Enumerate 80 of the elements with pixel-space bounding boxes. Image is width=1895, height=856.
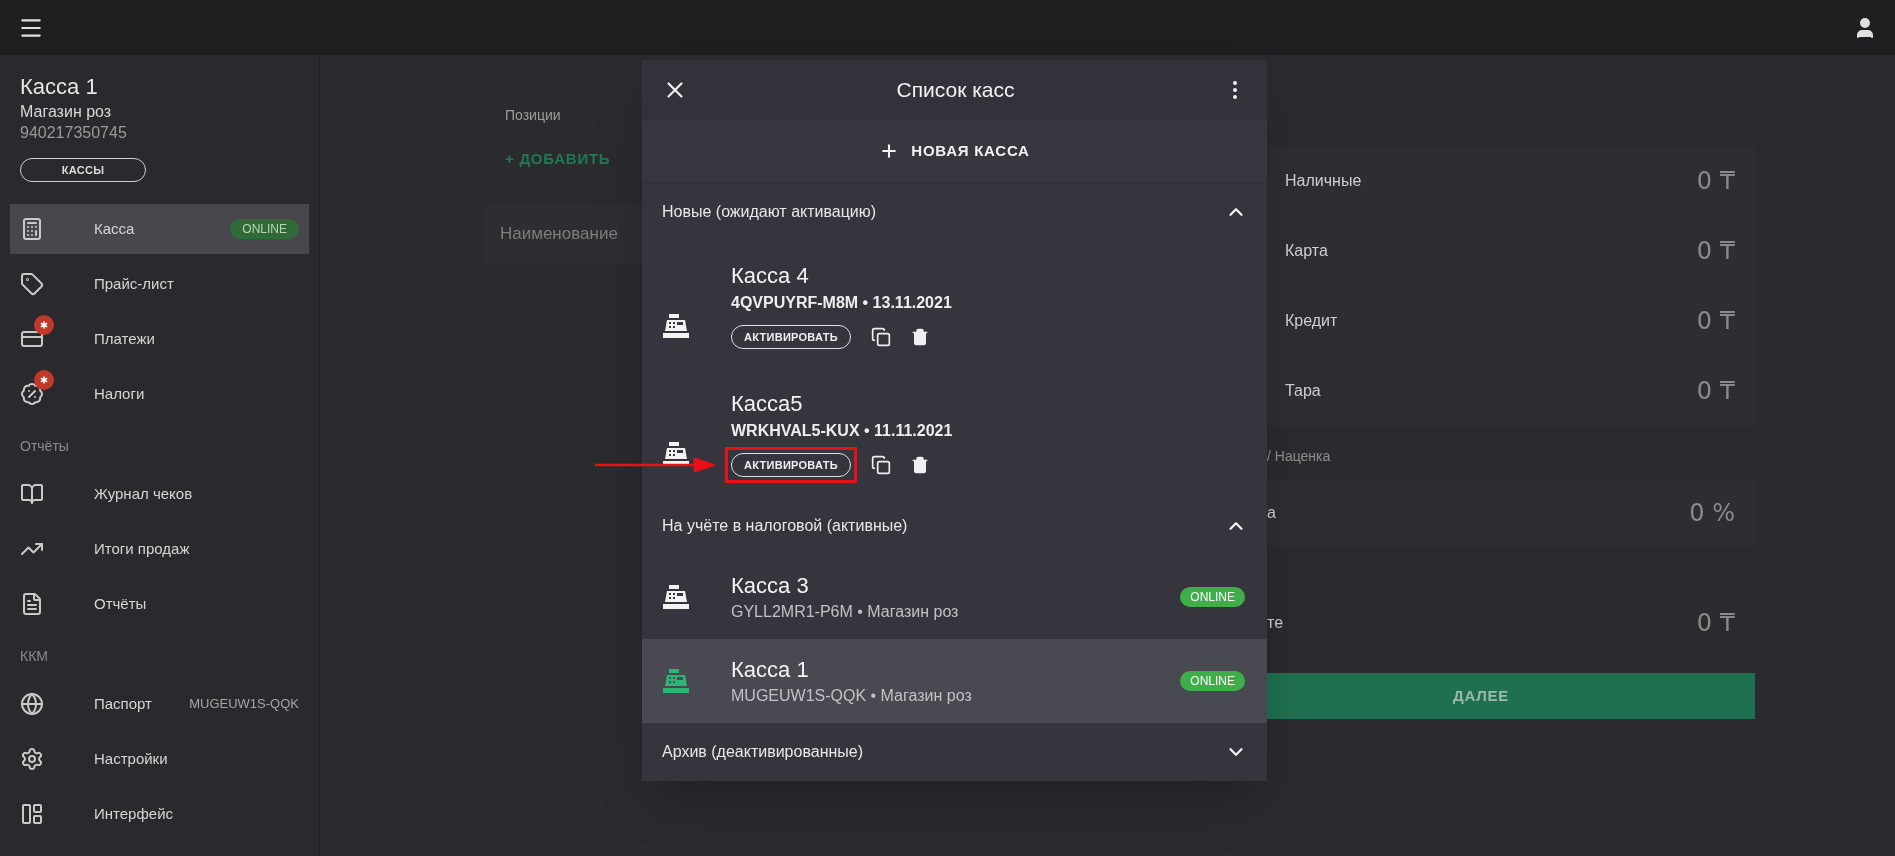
nav-item[interactable]: Настройки [10, 734, 309, 784]
payment-label: Кредит [1285, 311, 1338, 331]
document-icon [20, 592, 44, 616]
discount-label: / Наценка [1267, 447, 1332, 466]
section-title: Архив (деактивированные) [662, 742, 864, 762]
column-header: Наименование [500, 223, 618, 246]
trash-icon[interactable] [910, 456, 929, 474]
nav-item[interactable]: Журнал чеков [10, 469, 309, 519]
nav-label: Налоги [94, 383, 146, 404]
section-header[interactable]: Архив (деактивированные) [642, 723, 1267, 781]
nav-label: Журнал чеков [94, 483, 194, 504]
layout-icon [20, 802, 44, 826]
total-label: те [1267, 613, 1284, 633]
nav-item[interactable]: Интерфейс [10, 789, 309, 839]
register-detail: MUGEUW1S-QQK • Магазин роз [731, 686, 973, 706]
copy-icon[interactable] [870, 327, 891, 347]
nav-label: Паспорт [94, 693, 153, 714]
payment-amount: 0 ₸ [1696, 306, 1735, 337]
payment-amount: 0 ₸ [1696, 376, 1735, 407]
tag-icon [20, 272, 44, 296]
payment-label: Наличные [1285, 171, 1362, 191]
dialog-title: Список касс [895, 77, 1016, 104]
register-title: Касса 1 [20, 73, 98, 101]
nav-label: Настройки [94, 748, 169, 769]
nav-label: Интерфейс [94, 803, 174, 824]
nav-label: Касса [94, 218, 136, 239]
register-detail: 4QVPUYRF-M8M • 13.11.2021 [731, 293, 952, 313]
nav-item[interactable]: Паспорт MUGEUW1S-QQK [10, 679, 309, 729]
register-name: Касса 4 [731, 262, 809, 290]
positions-label: Позиции [504, 106, 562, 125]
nav-label: Прайс-лист [94, 273, 175, 294]
status-badge: ONLINE [230, 219, 299, 239]
nav-item[interactable]: Налоги [10, 369, 309, 419]
trash-icon[interactable] [910, 328, 929, 346]
register-detail: GYLL2MR1-P6M • Магазин роз [731, 602, 960, 622]
payment-amount: 0 ₸ [1696, 166, 1735, 197]
percent-badge-icon [20, 382, 44, 406]
section-label: ККМ [19, 647, 49, 666]
status-badge: ONLINE [1180, 671, 1245, 691]
total-amount: 0 ₸ [1696, 608, 1735, 639]
cash-register-icon [662, 584, 690, 610]
section-title: На учёте в налоговой (активные) [662, 516, 908, 536]
payment-label: Тара [1285, 381, 1321, 401]
nav-value: MUGEUW1S-QQK [189, 695, 299, 714]
register-number: 940217350745 [20, 123, 127, 143]
discount-value: 0 % [1689, 498, 1735, 529]
register-name: Касса 3 [731, 572, 810, 600]
nav-item[interactable]: Платежи [10, 314, 309, 364]
status-badge: ONLINE [1180, 587, 1245, 607]
settings-icon [20, 747, 44, 771]
payment-amount: 0 ₸ [1696, 236, 1735, 267]
nav-item[interactable]: Прайс-лист [10, 259, 309, 309]
section-title: Новые (ожидают активацию) [662, 202, 877, 222]
section-header[interactable]: На учёте в налоговой (активные) [642, 497, 1267, 555]
calculator-icon [20, 217, 44, 241]
store-name: Магазин роз [20, 102, 112, 122]
section-label: Отчёты [19, 437, 70, 456]
payment-label: Карта [1285, 241, 1328, 261]
register-item[interactable]: Касса5 WRKHVAL5-KUX • 11.11.2021 АКТИВИРОВАТЬ [642, 369, 1267, 497]
book-icon [20, 482, 44, 506]
register-detail: WRKHVAL5-KUX • 11.11.2021 [731, 421, 953, 441]
globe-icon [20, 692, 44, 716]
register-item[interactable]: Касса 1 MUGEUW1S-QQK • Магазин роз ONLINE [642, 639, 1267, 723]
register-name: Касса5 [731, 390, 803, 418]
discount-row-label: а [1267, 503, 1276, 523]
section-header[interactable]: Новые (ожидают активацию) [642, 183, 1267, 241]
register-item[interactable]: Касса 4 4QVPUYRF-M8M • 13.11.2021 АКТИВИРОВАТЬ [642, 241, 1267, 369]
copy-icon[interactable] [870, 455, 891, 475]
cash-register-icon [662, 441, 690, 467]
nav-label: Платежи [94, 328, 156, 349]
nav-label: Отчёты [94, 593, 148, 614]
nav-item[interactable]: Касса ONLINE [10, 204, 309, 254]
new-register-button[interactable]: НОВАЯ КАССА [642, 120, 1267, 183]
register-name: Касса 1 [731, 656, 810, 684]
nav-label: Итоги продаж [94, 538, 191, 559]
nav-item[interactable]: Итоги продаж [10, 524, 309, 574]
nav-item[interactable]: Отчёты [10, 579, 309, 629]
cash-register-icon [662, 313, 690, 339]
register-item[interactable]: Касса 3 GYLL2MR1-P6M • Магазин роз ONLINE [642, 555, 1267, 639]
cash-register-icon [662, 668, 690, 694]
